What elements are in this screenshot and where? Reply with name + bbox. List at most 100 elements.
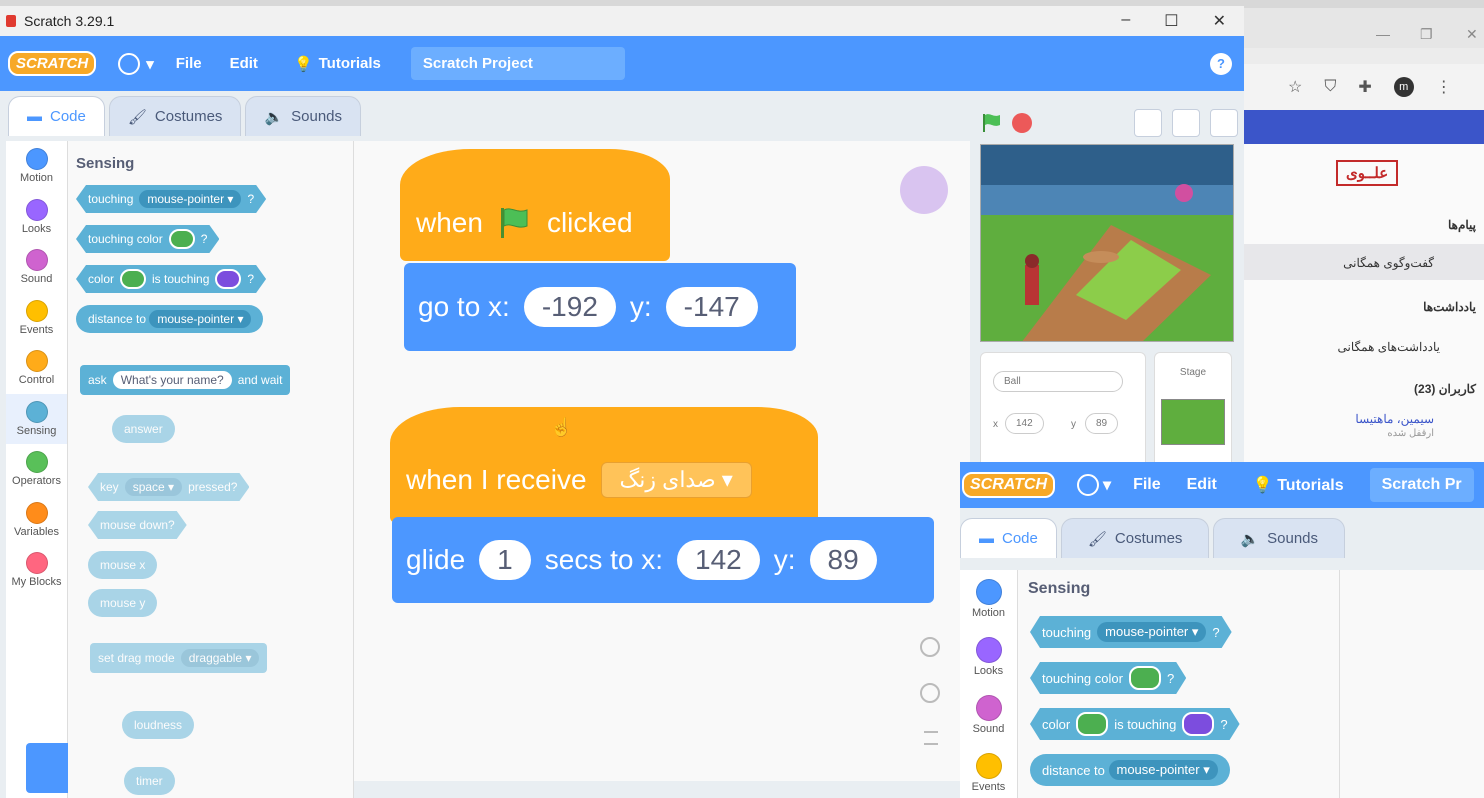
language-menu[interactable]: ▾ — [118, 52, 154, 75]
profile-icon[interactable]: m — [1393, 77, 1414, 97]
touching-dropdown[interactable]: mouse-pointer ▾ — [139, 190, 241, 208]
block-mouse-y[interactable]: mouse y — [88, 589, 158, 617]
block-distance-to[interactable]: distance to mouse-pointer ▾ — [76, 305, 264, 333]
color-swatch[interactable] — [120, 269, 146, 289]
distance-dropdown[interactable]: mouse-pointer ▾ — [149, 310, 252, 328]
green-flag-icon[interactable] — [980, 112, 1002, 134]
stop-icon[interactable] — [1012, 113, 1032, 133]
stage-canvas[interactable] — [980, 144, 1234, 342]
category-variables[interactable]: Variables — [6, 495, 67, 546]
overlay-category-sound[interactable]: Sound — [960, 686, 1017, 744]
category-motion[interactable]: Motion — [6, 141, 67, 192]
sprite-name-field[interactable]: Ball — [993, 371, 1123, 392]
distance-dropdown[interactable]: mouse-pointer ▾ — [1108, 760, 1218, 780]
stage-selector[interactable]: Stage — [1154, 352, 1232, 472]
block-color-touching[interactable]: color is touching? — [76, 265, 266, 293]
block-timer[interactable]: timer — [124, 767, 175, 795]
block-key-pressed[interactable]: key space ▾ pressed? — [88, 473, 249, 501]
overlay-category-events[interactable]: Events — [960, 744, 1017, 798]
minimize-button[interactable]: – — [1121, 11, 1130, 31]
category-events[interactable]: Events — [6, 293, 67, 344]
restore-icon[interactable]: ❐ — [1420, 26, 1433, 43]
category-looks[interactable]: Looks — [6, 192, 67, 243]
overlay-project-title[interactable]: Scratch Pr — [1369, 468, 1474, 502]
ask-input[interactable]: What's your name? — [112, 371, 232, 389]
block-loudness[interactable]: loudness — [122, 711, 195, 739]
script-workspace[interactable]: when clicked go to x: -192 y: -147 when … — [354, 141, 970, 781]
x-input[interactable]: -192 — [523, 287, 616, 327]
overlay-scratch-logo[interactable]: SCRATCH — [962, 472, 1056, 498]
large-stage-icon[interactable] — [1172, 109, 1200, 137]
block-mouse-down[interactable]: mouse down? — [88, 511, 187, 539]
block-touching-color[interactable]: touching color? — [76, 225, 219, 253]
message-dropdown[interactable]: صدای زنگ ▾ — [600, 462, 752, 498]
block-ask[interactable]: ask What's your name? and wait — [80, 365, 291, 395]
overlay-workspace[interactable] — [1340, 570, 1484, 798]
help-icon[interactable]: ? — [1210, 52, 1232, 75]
fullscreen-icon[interactable] — [1210, 109, 1238, 137]
block-mouse-x[interactable]: mouse x — [88, 551, 158, 579]
key-dropdown[interactable]: space ▾ — [125, 478, 182, 496]
overlay-category-motion[interactable]: Motion — [960, 570, 1017, 628]
category-sound[interactable]: Sound — [6, 242, 67, 293]
tab-costumes[interactable]: 🖌 Costumes — [108, 96, 242, 136]
zoom-reset-icon[interactable] — [924, 731, 938, 745]
overlay-category-looks[interactable]: Looks — [960, 628, 1017, 686]
overlay-language-menu[interactable]: ▾ — [1077, 474, 1111, 496]
close-button[interactable]: ✕ — [1213, 11, 1226, 31]
overlay-tab-sounds[interactable]: 🔈 Sounds — [1213, 518, 1345, 558]
overlay-file-menu[interactable]: File — [1133, 476, 1161, 494]
overlay-block-touching[interactable]: touching mouse-pointer ▾? — [1030, 616, 1232, 648]
small-stage-icon[interactable] — [1134, 109, 1162, 137]
public-notes-label[interactable]: یادداشت‌های همگانی — [1338, 340, 1440, 354]
tab-code[interactable]: ▬ Code — [8, 96, 105, 136]
when-flag-clicked-block[interactable]: when clicked — [400, 149, 670, 261]
overlay-tab-costumes[interactable]: 🖌 Costumes — [1060, 518, 1210, 558]
sprite-y-field[interactable]: 89 — [1085, 413, 1119, 434]
extensions-icon[interactable]: ✚ — [1358, 77, 1371, 97]
y-input[interactable]: 89 — [809, 540, 877, 580]
overlay-block-touching-color[interactable]: touching color? — [1030, 662, 1186, 694]
overlay-block-color-touching[interactable]: color is touching? — [1030, 708, 1240, 740]
public-chat-label[interactable]: گفت‌وگوی همگانی — [1343, 256, 1434, 270]
shield-icon[interactable]: ⛉ — [1324, 78, 1336, 96]
zoom-in-icon[interactable] — [920, 637, 940, 657]
category-control[interactable]: Control — [6, 343, 67, 394]
block-touching[interactable]: touching mouse-pointer ▾? — [76, 185, 266, 213]
close-icon[interactable]: ✕ — [1466, 26, 1478, 43]
category-my-blocks[interactable]: My Blocks — [6, 545, 67, 596]
file-menu[interactable]: File — [176, 55, 202, 72]
category-sensing[interactable]: Sensing — [6, 393, 67, 444]
project-title-input[interactable]: Scratch Project — [410, 47, 625, 80]
go-to-xy-block[interactable]: go to x: -192 y: -147 — [404, 263, 796, 351]
y-input[interactable]: -147 — [665, 287, 758, 327]
color-swatch[interactable] — [215, 269, 241, 289]
color-swatch[interactable] — [1129, 666, 1161, 690]
sprite-x-field[interactable]: 142 — [1005, 413, 1044, 434]
color-swatch[interactable] — [1076, 712, 1108, 736]
scratch-logo[interactable]: SCRATCH — [8, 51, 97, 76]
glide-block[interactable]: glide 1 secs to x: 142 y: 89 — [392, 517, 934, 603]
overlay-tab-code[interactable]: ▬ Code — [960, 518, 1057, 558]
color-swatch[interactable] — [1182, 712, 1214, 736]
block-set-drag-mode[interactable]: set drag mode draggable ▾ — [90, 643, 268, 673]
kebab-menu-icon[interactable]: ⋮ — [1436, 77, 1452, 97]
overlay-block-distance-to[interactable]: distance to mouse-pointer ▾ — [1030, 754, 1230, 786]
zoom-out-icon[interactable] — [920, 683, 940, 703]
drag-dropdown[interactable]: draggable ▾ — [180, 649, 260, 667]
star-icon[interactable]: ☆ — [1288, 77, 1302, 97]
minimize-icon[interactable]: — — [1376, 26, 1390, 42]
edit-menu[interactable]: Edit — [230, 55, 258, 72]
tutorials-menu[interactable]: 💡 Tutorials — [294, 55, 381, 73]
color-swatch[interactable] — [169, 229, 195, 249]
x-input[interactable]: 142 — [677, 540, 760, 580]
when-i-receive-block[interactable]: when I receive صدای زنگ ▾ — [390, 407, 818, 523]
overlay-edit-menu[interactable]: Edit — [1187, 476, 1217, 494]
category-operators[interactable]: Operators — [6, 444, 67, 495]
secs-input[interactable]: 1 — [479, 540, 531, 580]
tab-sounds[interactable]: 🔈 Sounds — [245, 96, 361, 136]
user-name[interactable]: سیمین، ماهتیسا — [1355, 412, 1434, 426]
overlay-tutorials-menu[interactable]: 💡 Tutorials — [1253, 475, 1344, 495]
block-answer[interactable]: answer — [112, 415, 175, 443]
touching-dropdown[interactable]: mouse-pointer ▾ — [1097, 622, 1206, 642]
